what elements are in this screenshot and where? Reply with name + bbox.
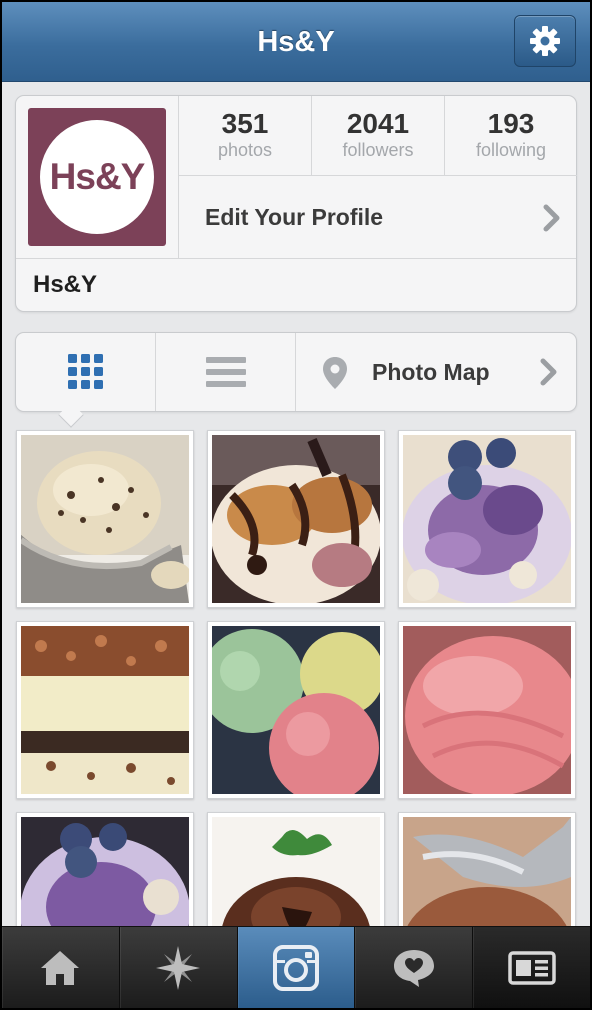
username-row: Hs&Y [16,258,576,311]
map-pin-icon [323,357,347,389]
camera-icon [272,944,319,991]
stat-followers-count: 2041 [346,108,410,139]
photo-thumbnail[interactable] [398,621,581,799]
blueberry-ice-cream-photo [402,435,572,605]
grid-view-button[interactable] [16,333,155,411]
navigation-bar: Hs&Y [2,2,590,82]
tab-activity[interactable] [354,927,472,1008]
home-icon [41,950,80,985]
tab-home[interactable] [2,927,119,1008]
list-view-button[interactable] [156,333,295,411]
chevron-right-icon [540,358,557,386]
explore-icon [156,945,201,990]
stat-following-label: following [475,140,547,160]
photo-thumbnail[interactable] [16,430,194,608]
gear-icon [530,26,560,56]
stat-photos[interactable]: 351 photos [179,96,311,175]
photo-thumbnail[interactable] [200,621,385,803]
ice-cream-scoops-photo [200,626,384,803]
photo-map-label: Photo Map [372,359,490,385]
stat-photos-count: 351 [221,108,269,139]
avatar-logo-text: Hs&Y [49,156,146,197]
stat-following-count: 193 [487,108,535,139]
avatar-logo: Hs&Y [40,120,154,234]
profile-icon [507,950,556,985]
stat-followers[interactable]: 2041 followers [311,96,444,175]
pink-ice-cream-photo [403,626,581,796]
profile-card: Hs&Y 351 photos 2041 followers 193 follo… [15,95,577,312]
settings-button[interactable] [514,15,576,67]
tab-profile[interactable] [472,927,590,1008]
stat-following[interactable]: 193 following [444,96,577,175]
photo-thumbnail[interactable] [398,430,576,608]
profile-stats: 351 photos 2041 followers 193 following [179,96,577,176]
sundae-photo [211,435,381,605]
ice-cream-cake-photo [21,626,189,794]
edit-profile-label: Edit Your Profile [205,204,384,230]
view-toggle-bar: Photo Map [15,332,577,412]
tab-explore[interactable] [118,927,237,1008]
stat-followers-label: followers [342,140,414,160]
tab-camera[interactable] [236,927,355,1008]
username: Hs&Y [33,271,98,298]
photo-thumbnail[interactable] [16,621,194,799]
list-view-icon [205,357,246,387]
tab-bar [2,926,590,1008]
photo-thumbnail[interactable] [207,430,385,608]
edit-profile-button[interactable]: Edit Your Profile [179,177,577,258]
page-title: Hs&Y [257,26,335,58]
activity-icon [393,949,434,987]
chevron-right-icon [543,204,560,232]
grid-view-icon [67,354,103,389]
ice-cream-scoop-photo [16,435,191,603]
stat-photos-label: photos [217,140,273,160]
screen: Hs&Y Hs&Y 351 photos 2041 followers 193 … [2,2,590,1008]
avatar[interactable]: Hs&Y [28,108,166,246]
